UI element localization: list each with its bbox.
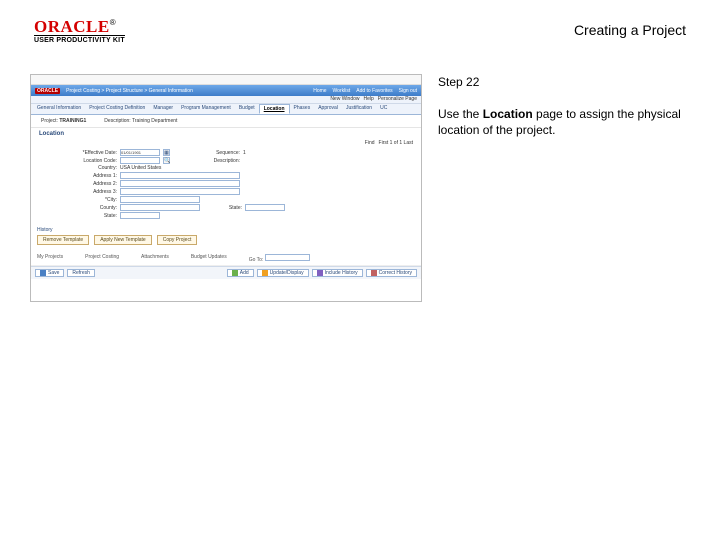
- copy-project-button[interactable]: Copy Project: [157, 235, 198, 245]
- effective-date-field[interactable]: 01/01/1901: [120, 149, 160, 156]
- step-body: Use the Location page to assign the phys…: [438, 106, 690, 138]
- breadcrumb: Project Costing > Project Structure > Ge…: [66, 88, 193, 94]
- tab-general-information[interactable]: General Information: [33, 104, 85, 114]
- goto-label: Go To:: [249, 257, 264, 263]
- address1-label: Address 1:: [59, 173, 117, 179]
- tab-manager[interactable]: Manager: [149, 104, 177, 114]
- upk-label: USER PRODUCTIVITY KIT: [34, 35, 125, 44]
- project-costing-link[interactable]: Project Costing: [85, 254, 119, 263]
- history-label: History: [31, 224, 421, 234]
- state-col-label: State:: [218, 205, 242, 211]
- oracle-app-bar: ORACLE Project Costing > Project Structu…: [31, 85, 421, 96]
- description-label: Description:: [104, 118, 130, 124]
- address2-field[interactable]: [120, 180, 240, 187]
- help-link[interactable]: Help: [364, 96, 374, 103]
- tab-budget[interactable]: Budget: [235, 104, 259, 114]
- include-history-icon: [317, 270, 323, 276]
- remove-template-button[interactable]: Remove Template: [37, 235, 89, 245]
- instruction-panel: Step 22 Use the Location page to assign …: [438, 74, 690, 302]
- refresh-button[interactable]: Refresh: [67, 269, 95, 277]
- tab-project-costing-definition[interactable]: Project Costing Definition: [85, 104, 149, 114]
- oracle-subbar: New Window Help Personalize Page: [31, 96, 421, 104]
- location-code-field[interactable]: [120, 157, 160, 164]
- project-summary-row: Project: TRAINING1 Description: Training…: [31, 115, 421, 128]
- calendar-icon[interactable]: ▦: [163, 149, 170, 156]
- apply-template-button[interactable]: Apply New Template: [94, 235, 152, 245]
- description-value: Training Department: [132, 118, 177, 124]
- oracle-upk-logo: ORACLE® USER PRODUCTIVITY KIT: [34, 18, 125, 44]
- correct-history-icon: [371, 270, 377, 276]
- city-field[interactable]: [120, 196, 200, 203]
- grid-nav[interactable]: First 1 of 1 Last: [379, 140, 413, 146]
- plus-icon: [232, 270, 238, 276]
- goto-dropdown[interactable]: [265, 254, 310, 261]
- lookup-icon[interactable]: 🔍: [163, 157, 170, 164]
- city-label: *City:: [59, 197, 117, 203]
- project-label: Project:: [41, 118, 58, 124]
- project-value: TRAINING1: [59, 118, 86, 124]
- save-icon: [40, 270, 46, 276]
- location-code-label: Location Code:: [59, 158, 117, 164]
- tab-uc[interactable]: UC: [376, 104, 391, 114]
- update-icon: [262, 270, 268, 276]
- personalize-link[interactable]: Personalize Page: [378, 96, 417, 103]
- app-screenshot: ORACLE Project Costing > Project Structu…: [30, 74, 422, 302]
- tab-location[interactable]: Location: [259, 104, 290, 114]
- tab-approval[interactable]: Approval: [314, 104, 342, 114]
- effective-date-label: *Effective Date:: [59, 150, 117, 156]
- nav-signout-link[interactable]: Sign out: [399, 88, 417, 94]
- county-field[interactable]: [120, 204, 200, 211]
- action-footer: Save Refresh Add Update/Display Include …: [31, 266, 421, 279]
- attachments-link[interactable]: Attachments: [141, 254, 169, 263]
- budget-updates-link[interactable]: Budget Updates: [191, 254, 227, 263]
- find-label[interactable]: Find: [365, 140, 375, 146]
- nav-favorites-link[interactable]: Add to Favorites: [356, 88, 392, 94]
- tab-phases[interactable]: Phases: [290, 104, 315, 114]
- update-display-button[interactable]: Update/Display: [257, 269, 309, 277]
- address3-field[interactable]: [120, 188, 240, 195]
- step-body-bold: Location: [483, 107, 533, 121]
- oracle-logo-text: ORACLE: [34, 17, 110, 36]
- include-history-button[interactable]: Include History: [312, 269, 363, 277]
- step-label: Step 22: [438, 74, 690, 90]
- sequence-label: Sequence:: [206, 150, 240, 156]
- browser-chrome: [31, 75, 421, 85]
- country-label: Country:: [59, 165, 117, 171]
- location-form: *Effective Date: 01/01/1901 ▦ Sequence: …: [31, 149, 421, 224]
- oracle-app-logo: ORACLE: [35, 88, 60, 94]
- state-label: State:: [59, 213, 117, 219]
- address3-label: Address 3:: [59, 189, 117, 195]
- tab-strip: General Information Project Costing Defi…: [31, 104, 421, 115]
- my-projects-link[interactable]: My Projects: [37, 254, 63, 263]
- address2-label: Address 2:: [59, 181, 117, 187]
- tab-justification[interactable]: Justification: [342, 104, 376, 114]
- loc-desc-label: Description:: [206, 158, 240, 164]
- page-title: Creating a Project: [574, 22, 686, 38]
- correct-history-button[interactable]: Correct History: [366, 269, 417, 277]
- tab-program-management[interactable]: Program Management: [177, 104, 235, 114]
- nav-worklist-link[interactable]: Worklist: [333, 88, 351, 94]
- address1-field[interactable]: [120, 172, 240, 179]
- nav-home-link[interactable]: Home: [313, 88, 326, 94]
- location-section-heading: Location: [31, 128, 421, 138]
- county-label: County:: [59, 205, 117, 211]
- save-button[interactable]: Save: [35, 269, 64, 277]
- new-window-link[interactable]: New Window: [330, 96, 359, 103]
- state-col-field[interactable]: [245, 204, 285, 211]
- country-value: USA United States: [120, 165, 161, 171]
- state-field[interactable]: [120, 212, 160, 219]
- oracle-logo-tm: ®: [110, 18, 116, 27]
- sequence-value: 1: [243, 150, 246, 156]
- add-button[interactable]: Add: [227, 269, 254, 277]
